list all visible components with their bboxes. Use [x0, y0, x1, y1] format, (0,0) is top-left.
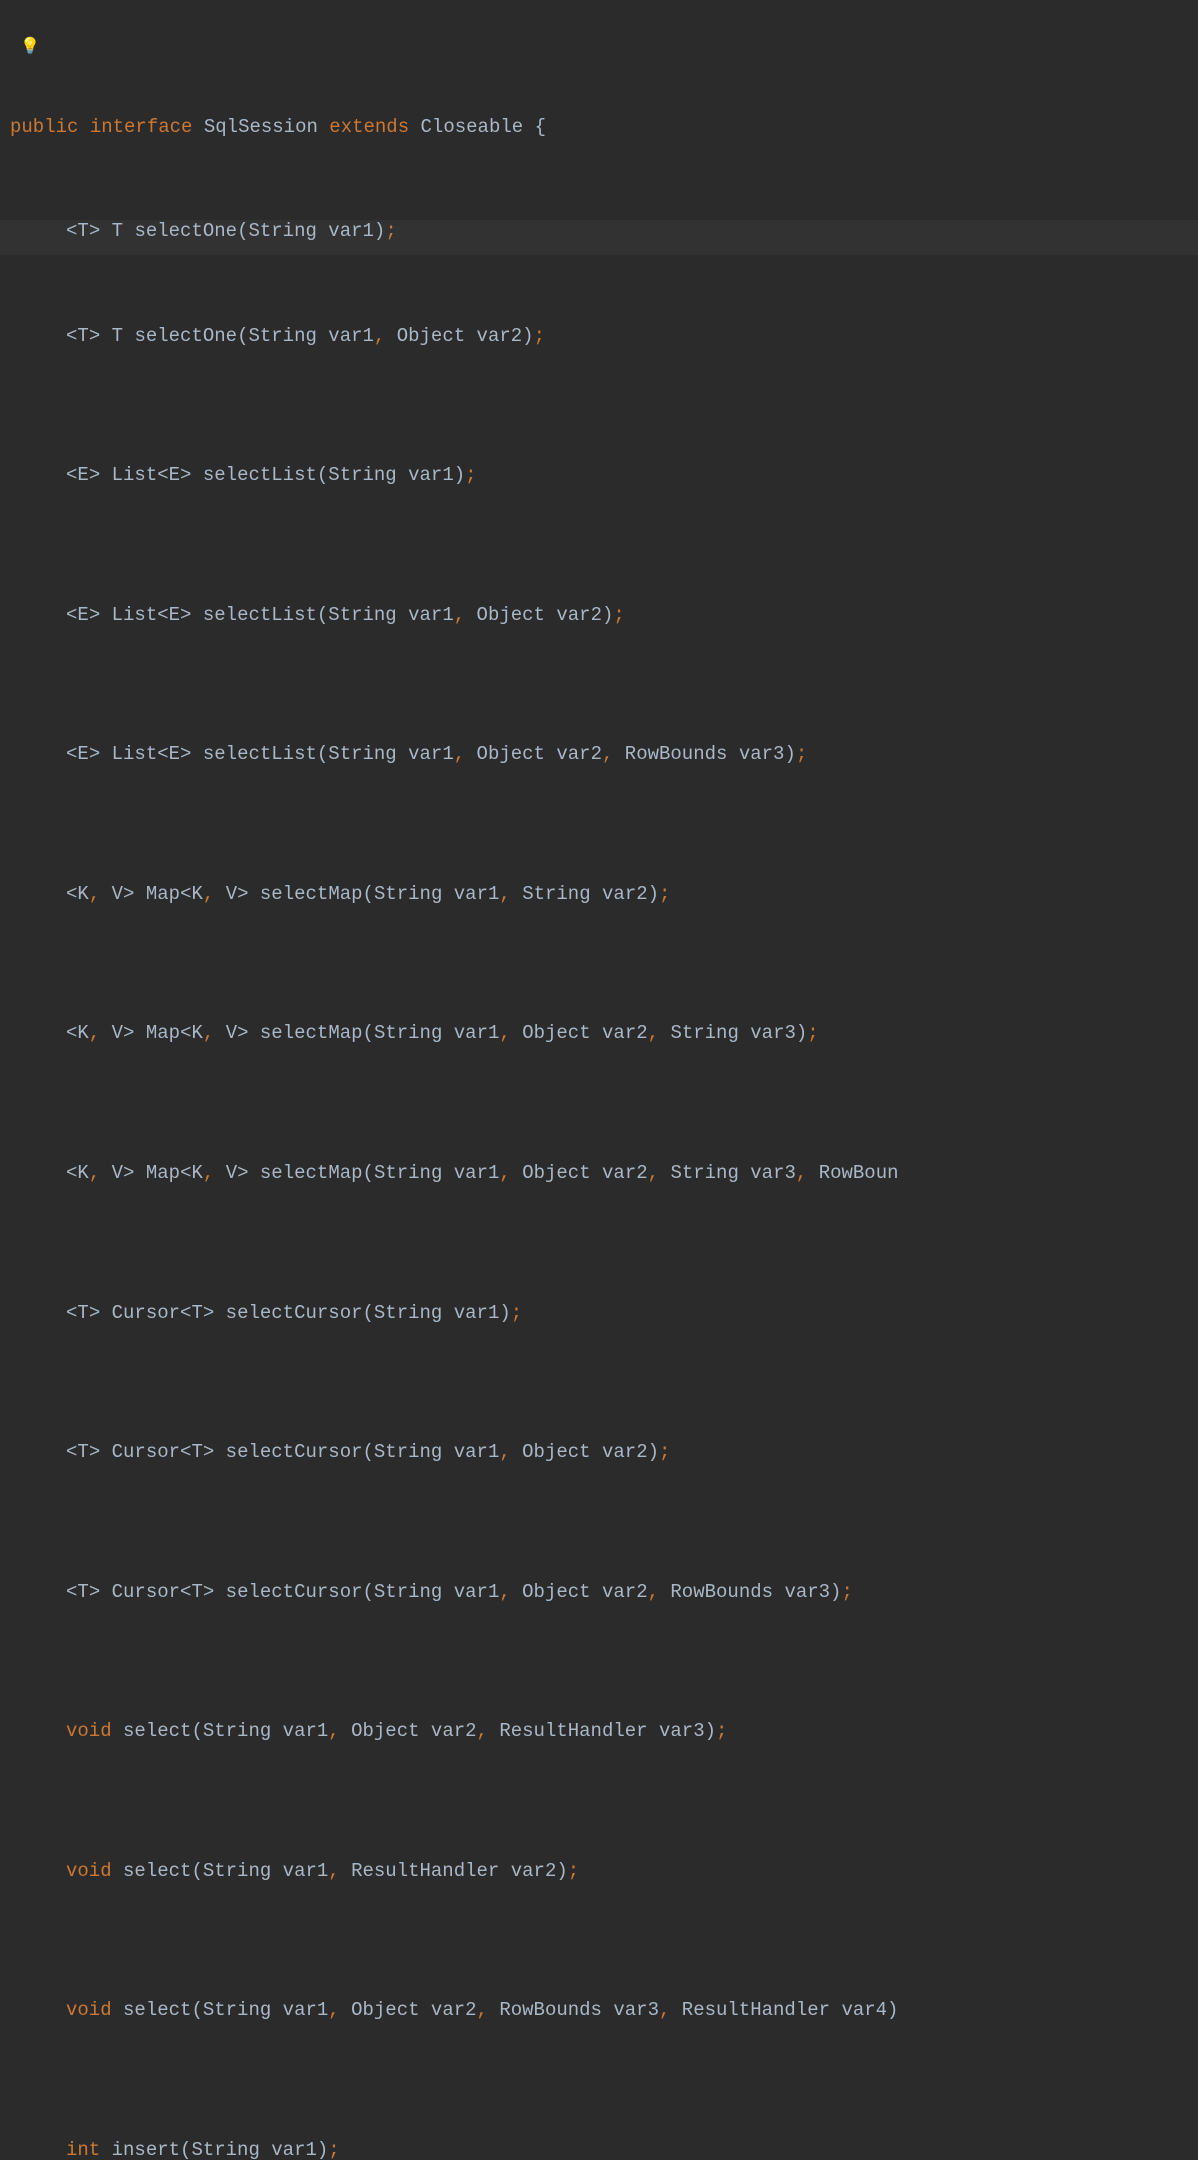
method-name: selectList: [203, 743, 317, 765]
method-name: selectOne: [134, 325, 237, 347]
method-name: selectMap: [260, 1022, 363, 1044]
code-editor[interactable]: 💡 public interface SqlSession extends Cl…: [0, 0, 1198, 2160]
method-name: selectCursor: [226, 1581, 363, 1603]
code-line[interactable]: void select(String var1, Object var2, Ro…: [0, 1999, 1198, 2069]
code-line[interactable]: <K, V> Map<K, V> selectMap(String var1, …: [0, 1022, 1198, 1092]
keyword-void: void: [66, 1860, 112, 1882]
code-line[interactable]: <K, V> Map<K, V> selectMap(String var1, …: [0, 883, 1198, 953]
code-line[interactable]: void select(String var1, Object var2, Re…: [0, 1720, 1198, 1790]
keyword-void: void: [66, 1720, 112, 1742]
method-name: selectOne: [134, 220, 237, 242]
code-line[interactable]: void select(String var1, ResultHandler v…: [0, 1860, 1198, 1930]
code-line[interactable]: <E> List<E> selectList(String var1, Obje…: [0, 604, 1198, 674]
keyword-interface: interface: [90, 116, 193, 138]
method-name: select: [123, 1860, 191, 1882]
keyword-extends: extends: [329, 116, 409, 138]
method-name: selectMap: [260, 883, 363, 905]
code-line[interactable]: <K, V> Map<K, V> selectMap(String var1, …: [0, 1162, 1198, 1232]
method-name: selectList: [203, 604, 317, 626]
code-line[interactable]: <E> List<E> selectList(String var1);: [0, 464, 1198, 534]
code-line[interactable]: <T> T selectOne(String var1, Object var2…: [0, 325, 1198, 395]
method-name: selectCursor: [226, 1302, 363, 1324]
type-name: Closeable: [421, 116, 524, 138]
keyword-int: int: [66, 2139, 100, 2160]
code-line[interactable]: <T> Cursor<T> selectCursor(String var1, …: [0, 1441, 1198, 1511]
brace-open: {: [535, 116, 546, 138]
code-line[interactable]: <T> Cursor<T> selectCursor(String var1, …: [0, 1581, 1198, 1651]
method-name: selectMap: [260, 1162, 363, 1184]
keyword-public: public: [10, 116, 78, 138]
code-line[interactable]: int insert(String var1);: [0, 2139, 1198, 2160]
method-name: selectList: [203, 464, 317, 486]
code-line[interactable]: public interface SqlSession extends Clos…: [0, 116, 1198, 151]
intention-bulb-icon[interactable]: 💡: [20, 38, 40, 58]
code-line-current[interactable]: <T> T selectOne(String var1);: [0, 220, 1198, 255]
method-name: select: [123, 1720, 191, 1742]
code-line[interactable]: <T> Cursor<T> selectCursor(String var1);: [0, 1302, 1198, 1372]
keyword-void: void: [66, 1999, 112, 2021]
type-name: SqlSession: [204, 116, 318, 138]
method-name: select: [123, 1999, 191, 2021]
method-name: selectCursor: [226, 1441, 363, 1463]
method-name: insert: [112, 2139, 180, 2160]
code-line[interactable]: <E> List<E> selectList(String var1, Obje…: [0, 743, 1198, 813]
